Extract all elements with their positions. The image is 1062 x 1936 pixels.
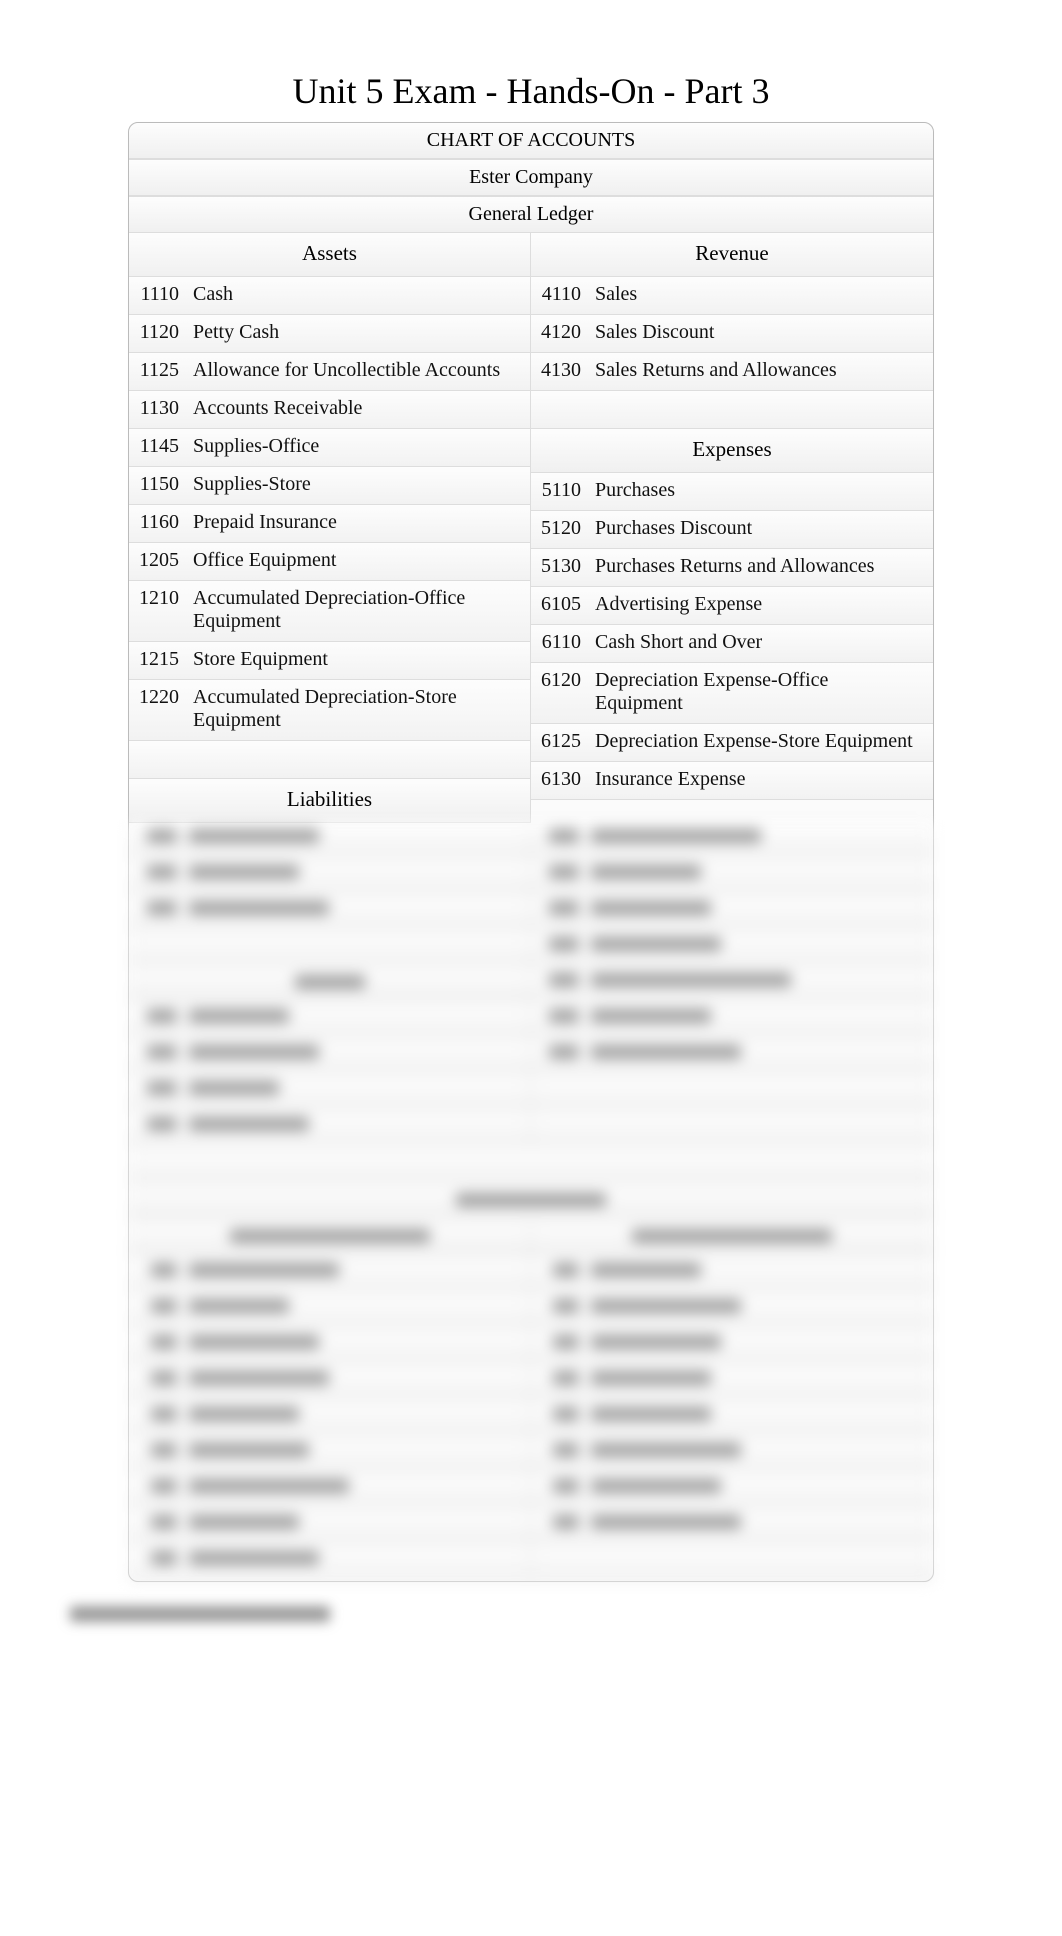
account-label: Insurance Expense (595, 768, 933, 791)
account-code: 1160 (129, 511, 193, 534)
account-label: Depreciation Expense-Office Equipment (595, 669, 933, 715)
spacer (531, 391, 933, 429)
account-label: Accumulated Depreciation-Store Equipment (193, 686, 530, 732)
account-label: Allowance for Uncollectible Accounts (193, 359, 530, 382)
account-label: Office Equipment (193, 549, 530, 572)
account-code: 5130 (531, 555, 595, 578)
account-label: Sales Returns and Allowances (595, 359, 933, 382)
account-code: 5120 (531, 517, 595, 540)
account-code: 1215 (129, 648, 193, 671)
table-row: 1210Accumulated Depreciation-Office Equi… (129, 581, 530, 642)
table-row: 5110Purchases (531, 473, 933, 511)
account-code: 1130 (129, 397, 193, 420)
account-label: Advertising Expense (595, 593, 933, 616)
account-code: 6110 (531, 631, 595, 654)
section-head-liabilities: Liabilities (129, 779, 530, 823)
table-row: 6125Depreciation Expense-Store Equipment (531, 724, 933, 762)
account-code: 1210 (129, 587, 193, 610)
account-code: 6125 (531, 730, 595, 753)
account-code: 6120 (531, 669, 595, 692)
sheet-header-3: General Ledger (129, 196, 933, 233)
sheet-header-1: CHART OF ACCOUNTS (129, 123, 933, 159)
left-column: Assets 1110Cash 1120Petty Cash 1125Allow… (129, 233, 531, 823)
table-row: 6130Insurance Expense (531, 762, 933, 800)
section-head-assets: Assets (129, 233, 530, 277)
account-code: 4120 (531, 321, 595, 344)
account-code: 1120 (129, 321, 193, 344)
chart-of-accounts-sheet: CHART OF ACCOUNTS Ester Company General … (128, 122, 934, 1582)
account-code: 6130 (531, 768, 595, 791)
account-code: 4130 (531, 359, 595, 382)
spacer (129, 741, 530, 779)
account-label: Accumulated Depreciation-Office Equipmen… (193, 587, 530, 633)
account-label: Cash Short and Over (595, 631, 933, 654)
page-title: Unit 5 Exam - Hands-On - Part 3 (0, 70, 1062, 112)
account-label: Supplies-Store (193, 473, 530, 496)
account-label: Sales Discount (595, 321, 933, 344)
table-row: 6120Depreciation Expense-Office Equipmen… (531, 663, 933, 724)
table-row: 1160Prepaid Insurance (129, 505, 530, 543)
account-label: Supplies-Office (193, 435, 530, 458)
account-code: 1145 (129, 435, 193, 458)
footnote-blurred (70, 1606, 1062, 1627)
table-row: 1145Supplies-Office (129, 429, 530, 467)
right-column: Revenue 4110Sales 4120Sales Discount 413… (531, 233, 933, 823)
blurred-content (129, 823, 933, 1581)
table-row: 6110Cash Short and Over (531, 625, 933, 663)
table-row: 1215Store Equipment (129, 642, 530, 680)
account-code: 1220 (129, 686, 193, 709)
account-code: 1150 (129, 473, 193, 496)
table-row: 4120Sales Discount (531, 315, 933, 353)
account-label: Purchases Discount (595, 517, 933, 540)
table-row: 1120Petty Cash (129, 315, 530, 353)
section-head-expenses: Expenses (531, 429, 933, 473)
account-label: Accounts Receivable (193, 397, 530, 420)
sheet-header-2: Ester Company (129, 159, 933, 196)
table-row: 1205Office Equipment (129, 543, 530, 581)
table-row: 4130Sales Returns and Allowances (531, 353, 933, 391)
account-label: Purchases Returns and Allowances (595, 555, 933, 578)
account-label: Prepaid Insurance (193, 511, 530, 534)
account-label: Purchases (595, 479, 933, 502)
section-head-revenue: Revenue (531, 233, 933, 277)
table-row: 5120Purchases Discount (531, 511, 933, 549)
account-code: 1205 (129, 549, 193, 572)
account-label: Petty Cash (193, 321, 530, 344)
table-row: 5130Purchases Returns and Allowances (531, 549, 933, 587)
table-row: 1150Supplies-Store (129, 467, 530, 505)
table-row: 6105Advertising Expense (531, 587, 933, 625)
account-label: Store Equipment (193, 648, 530, 671)
table-row: 1125Allowance for Uncollectible Accounts (129, 353, 530, 391)
account-label: Depreciation Expense-Store Equipment (595, 730, 933, 753)
account-label: Cash (193, 283, 530, 306)
table-row: 1110Cash (129, 277, 530, 315)
account-code: 5110 (531, 479, 595, 502)
table-row: 4110Sales (531, 277, 933, 315)
table-row: 1220Accumulated Depreciation-Store Equip… (129, 680, 530, 741)
table-row: 1130Accounts Receivable (129, 391, 530, 429)
account-code: 1110 (129, 283, 193, 306)
account-label: Sales (595, 283, 933, 306)
account-code: 1125 (129, 359, 193, 382)
account-code: 6105 (531, 593, 595, 616)
account-code: 4110 (531, 283, 595, 306)
